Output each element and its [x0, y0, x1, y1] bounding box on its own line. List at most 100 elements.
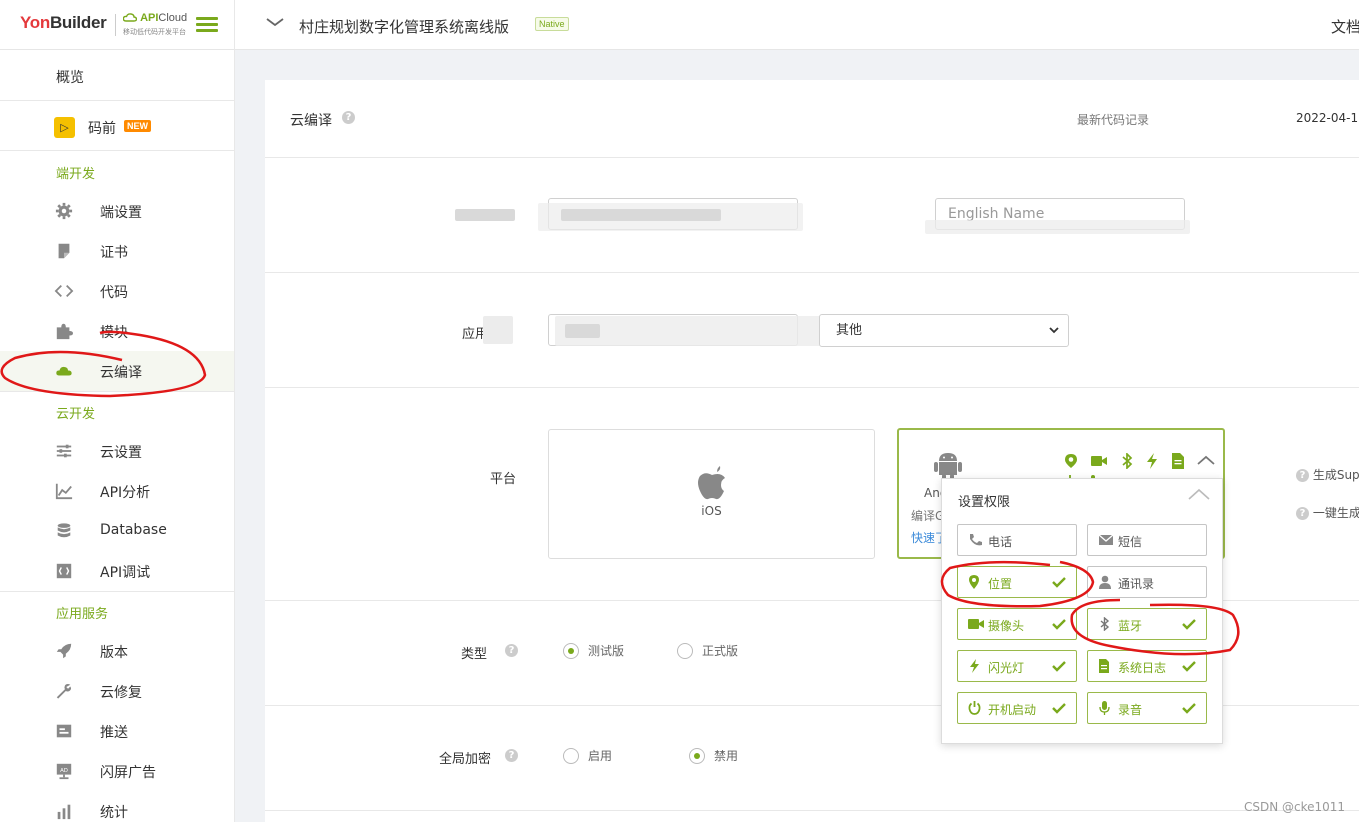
sidebar-item-end-settings[interactable]: 端设置 [0, 191, 234, 231]
yonbuilder-logo[interactable]: YonBuilder [20, 13, 107, 33]
hamburger-menu-icon[interactable] [196, 17, 218, 33]
permission-bluetooth[interactable]: 蓝牙 [1087, 608, 1207, 640]
permission-system-log[interactable]: 系统日志 [1087, 650, 1207, 682]
project-title[interactable]: 村庄规划数字化管理系统离线版 [299, 16, 509, 37]
check-icon [1182, 619, 1196, 630]
help-icon[interactable]: ? [505, 749, 518, 762]
latest-code-label[interactable]: 最新代码记录 [1077, 111, 1149, 128]
android-compile-text: 编译G [911, 509, 945, 523]
apicloud-api: API [140, 12, 159, 24]
page-title: 云编译 [290, 113, 332, 129]
code-icon [54, 284, 74, 298]
ad-screen-icon: AD [56, 763, 72, 780]
row-divider [265, 810, 1359, 811]
latest-code-date: 2022-04-15 [1296, 111, 1359, 125]
row-divider [265, 387, 1359, 388]
permission-recording[interactable]: 录音 [1087, 692, 1207, 724]
type-test-label[interactable]: 测试版 [588, 642, 624, 659]
ios-label: iOS [701, 504, 722, 518]
chevron-up-icon[interactable] [1188, 487, 1210, 501]
watermark: CSDN @cke1011 [1244, 800, 1346, 814]
svg-text:AD: AD [60, 768, 68, 774]
sidebar-divider [0, 391, 234, 392]
encrypt-on-radio[interactable] [563, 748, 579, 764]
permission-location[interactable]: 位置 [957, 566, 1077, 598]
chevron-up-icon[interactable] [1197, 453, 1215, 469]
puzzle-icon [56, 323, 73, 340]
lightning-icon [970, 659, 979, 673]
phone-icon [970, 534, 982, 546]
one-click-generate-option[interactable]: ? 一键生成 [1296, 504, 1359, 521]
redacted-label [455, 209, 515, 221]
sidebar-item-cloud-compile[interactable]: 云编译 [0, 351, 234, 391]
sidebar-item-push[interactable]: 推送 [0, 711, 234, 751]
sidebar-divider [0, 100, 234, 101]
platform-label: 平台 [490, 472, 517, 487]
check-icon [1052, 619, 1066, 630]
database-icon [57, 523, 71, 538]
sidebar-item-api-analysis[interactable]: API分析 [0, 471, 234, 511]
chevron-down-icon[interactable] [266, 15, 284, 31]
sidebar-divider [0, 591, 234, 592]
encrypt-off-radio[interactable] [689, 748, 705, 764]
sidebar-item-code[interactable]: 代码 [0, 271, 234, 311]
help-icon[interactable]: ? [1296, 507, 1309, 520]
sidebar-item-cloud-fix[interactable]: 云修复 [0, 671, 234, 711]
file-icon [1099, 659, 1109, 673]
permission-label: 位置 [988, 577, 1013, 591]
sidebar-item-module[interactable]: 模块 [0, 311, 234, 351]
sidebar-item-statistics[interactable]: 统计 [0, 791, 234, 822]
logo-divider [115, 14, 116, 36]
permission-flashlight[interactable]: 闪光灯 [957, 650, 1077, 682]
sidebar-item-label: 统计 [100, 805, 128, 821]
permission-autostart[interactable]: 开机启动 [957, 692, 1077, 724]
maqian-label: 码前 [88, 121, 116, 137]
encrypt-on-label[interactable]: 启用 [588, 747, 612, 764]
sidebar-item-splash-ad[interactable]: AD 闪屏广告 [0, 751, 234, 791]
redacted-value [561, 209, 721, 221]
bluetooth-icon [1100, 617, 1110, 631]
encrypt-label: 全局加密 [439, 752, 492, 767]
microphone-icon [1099, 701, 1110, 715]
sidebar-item-cloud-settings[interactable]: 云设置 [0, 431, 234, 471]
category-select[interactable]: 其他 [819, 314, 1069, 347]
help-icon[interactable]: ? [505, 644, 518, 657]
user-icon [1099, 575, 1111, 589]
sidebar-divider [0, 150, 234, 151]
sidebar-item-label: API分析 [100, 485, 151, 501]
sidebar-item-certificate[interactable]: 证书 [0, 231, 234, 271]
apicloud-tagline: 移动低代码开发平台 [123, 28, 186, 36]
permission-contacts[interactable]: 通讯录 [1087, 566, 1207, 598]
permission-phone[interactable]: 电话 [957, 524, 1077, 556]
docs-link[interactable]: 文档 [1331, 16, 1359, 37]
bar-chart-icon [57, 804, 71, 820]
permission-label: 开机启动 [988, 703, 1037, 717]
encrypt-off-label[interactable]: 禁用 [714, 747, 738, 764]
help-icon[interactable]: ? [342, 111, 355, 124]
check-icon [1182, 661, 1196, 672]
type-release-label[interactable]: 正式版 [702, 642, 738, 659]
sidebar-item-overview[interactable]: 概览 [56, 67, 84, 87]
sidebar-item-database[interactable]: Database [0, 511, 234, 551]
type-release-radio[interactable] [677, 643, 693, 659]
redacted-label [483, 316, 513, 344]
redacted-value [565, 324, 600, 338]
type-test-radio[interactable] [563, 643, 579, 659]
sidebar-item-version[interactable]: 版本 [0, 631, 234, 671]
gear-icon [55, 202, 73, 220]
envelope-icon [1098, 534, 1114, 545]
chevron-down-icon [1049, 327, 1059, 334]
location-pin-icon [1065, 454, 1077, 468]
help-icon[interactable]: ? [1296, 469, 1309, 482]
video-camera-icon [1091, 456, 1108, 466]
check-icon [1052, 661, 1066, 672]
permission-sms[interactable]: 短信 [1087, 524, 1207, 556]
permission-camera[interactable]: 摄像头 [957, 608, 1077, 640]
generate-supported-option[interactable]: ? 生成Sup [1296, 466, 1359, 483]
permission-label: 系统日志 [1118, 661, 1167, 675]
ios-platform-card[interactable]: iOS [548, 429, 875, 559]
section-cloud-dev: 云开发 [56, 407, 96, 422]
sidebar-item-label: API调试 [100, 565, 151, 581]
sidebar-item-api-debug[interactable]: API调试 [0, 551, 234, 591]
sidebar-item-label: 推送 [100, 725, 128, 741]
